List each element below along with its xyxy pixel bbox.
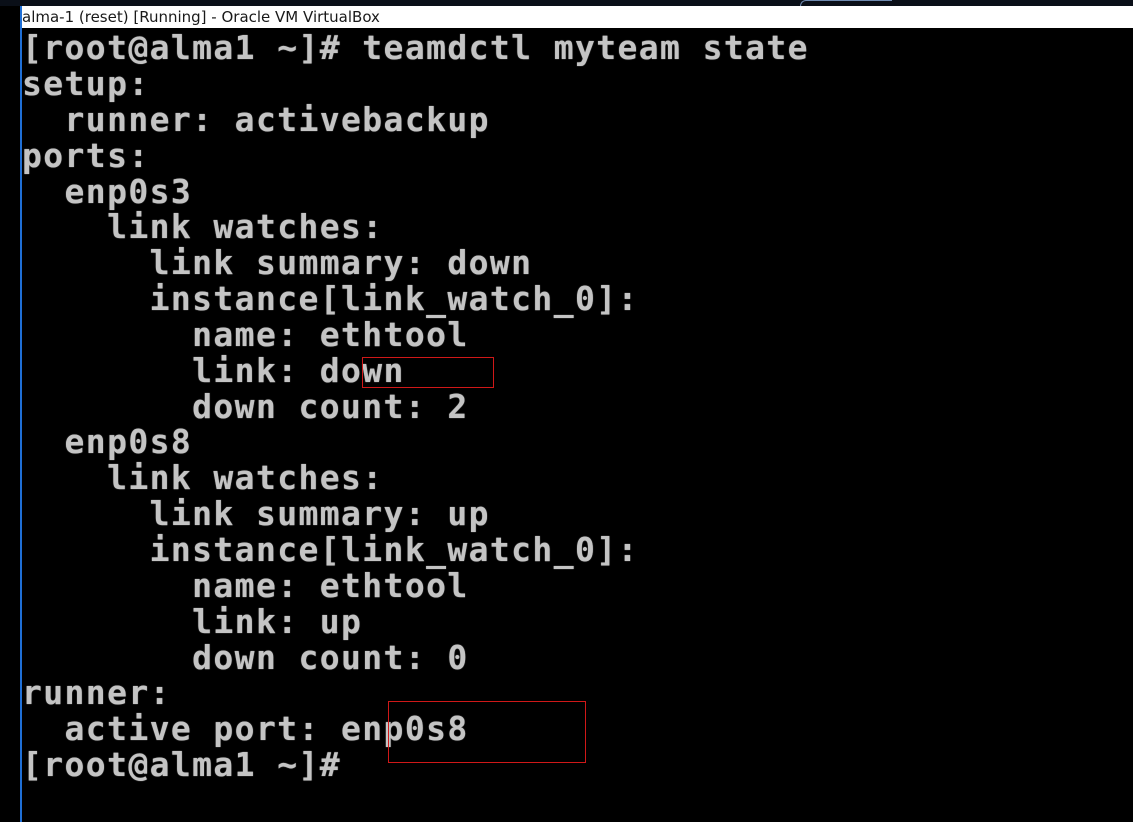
console-line-ports: ports:: [22, 136, 150, 175]
console-line-link-summary-2: link summary: up: [22, 494, 490, 533]
console-line-link-watches-1: link watches:: [22, 207, 384, 246]
console-line-prompt: [root@alma1 ~]#: [22, 745, 342, 784]
console-line-down-count-2: down count: 0: [22, 638, 469, 677]
console-line-runner: runner:: [22, 673, 171, 712]
console-line-port-enp0s3: enp0s3: [22, 172, 193, 211]
highlight-box-active-port: [388, 701, 586, 763]
title-bar[interactable]: alma-1 (reset) [Running] - Oracle VM Vir…: [0, 0, 1133, 30]
vm-console-screen[interactable]: [root@alma1 ~]# teamdctl myteam state se…: [22, 28, 1133, 822]
console-line-name-1: name: ethtool: [22, 315, 469, 354]
window-title: alma-1 (reset) [Running] - Oracle VM Vir…: [0, 6, 1133, 28]
highlight-box-link-down: [362, 357, 494, 388]
console-line-link-watches-2: link watches:: [22, 458, 384, 497]
console-line-prompt-command: [root@alma1 ~]# teamdctl myteam state: [22, 28, 809, 67]
window-left-frame: [0, 6, 20, 822]
console-line-link-1: link: down: [22, 351, 405, 390]
virtualbox-window: alma-1 (reset) [Running] - Oracle VM Vir…: [0, 0, 1133, 822]
console-line-setup: setup:: [22, 64, 150, 103]
console-line-instance-1: instance[link_watch_0]:: [22, 279, 639, 318]
console-line-name-2: name: ethtool: [22, 566, 469, 605]
console-line-down-count-1: down count: 2: [22, 387, 469, 426]
console-line-link-2: link: up: [22, 602, 363, 641]
console-line-link-summary-1: link summary: down: [22, 243, 533, 282]
console-line-port-enp0s8: enp0s8: [22, 422, 193, 461]
console-line-instance-2: instance[link_watch_0]:: [22, 530, 639, 569]
console-line-runner-mode: runner: activebackup: [22, 100, 490, 139]
